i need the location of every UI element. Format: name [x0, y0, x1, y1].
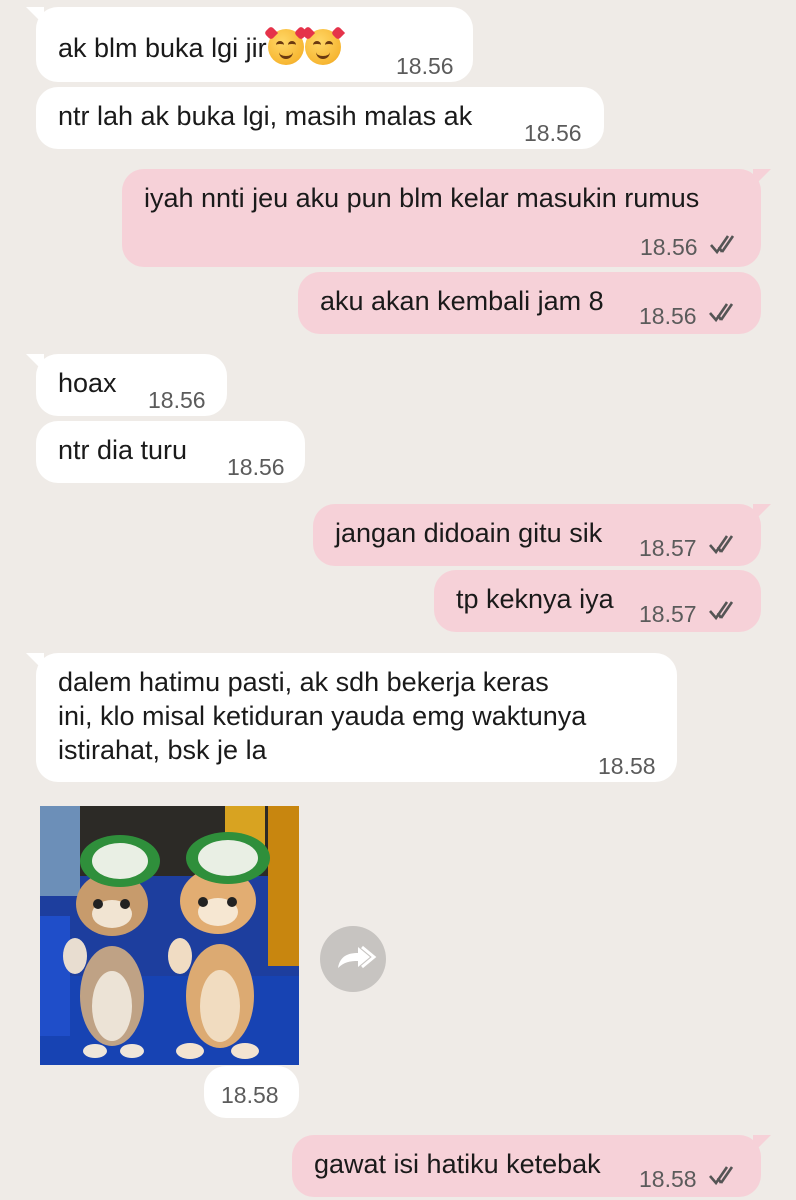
forward-icon	[338, 945, 377, 969]
message-text-line: dalem hatimu pasti, ak sdh bekerja keras	[58, 667, 549, 697]
message-time: 18.56	[227, 454, 285, 480]
message-text: tp keknya iya	[456, 584, 614, 614]
message-bubble-outgoing[interactable]: gawat isi hatiku ketebak 18.58	[292, 1135, 771, 1197]
double-check-icon	[709, 1166, 734, 1186]
double-check-icon	[709, 601, 734, 621]
message-text: hoax	[58, 368, 117, 398]
message-time: 18.58	[639, 1166, 697, 1192]
message-text-line: ini, klo misal ketiduran yauda emg waktu…	[58, 701, 587, 731]
double-check-icon	[709, 303, 734, 323]
message-time: 18.58	[221, 1082, 279, 1108]
message-bubble-outgoing[interactable]: aku akan kembali jam 8 18.56	[298, 272, 761, 334]
double-check-icon	[709, 535, 734, 555]
smiling-face-with-hearts-icon	[300, 25, 345, 65]
message-bubble-incoming[interactable]: ntr dia turu 18.56	[36, 421, 305, 483]
message-bubble-outgoing[interactable]: iyah nnti jeu aku pun blm kelar masukin …	[122, 169, 771, 267]
double-check-icon	[710, 235, 735, 255]
message-text: gawat isi hatiku ketebak	[314, 1149, 601, 1179]
message-text: iyah nnti jeu aku pun blm kelar masukin …	[144, 183, 700, 213]
message-bubble-incoming[interactable]: dalem hatimu pasti, ak sdh bekerja keras…	[26, 653, 677, 782]
message-bubble-incoming[interactable]: hoax 18.56	[26, 354, 227, 416]
sticker-time-pill: 18.58	[204, 1066, 299, 1118]
message-text: ak blm buka lgi jir	[58, 33, 267, 63]
message-time: 18.57	[639, 535, 697, 561]
message-bubble-incoming[interactable]: ak blm buka lgi jir 18.56	[26, 7, 473, 82]
bubble-tail	[753, 1135, 771, 1153]
forward-button[interactable]	[320, 926, 386, 992]
message-text: aku akan kembali jam 8	[320, 286, 604, 316]
message-time: 18.56	[396, 53, 454, 79]
bubble-tail	[26, 354, 44, 372]
message-time: 18.58	[598, 753, 656, 779]
bubble-tail	[26, 653, 44, 671]
message-bubble-outgoing[interactable]: jangan didoain gitu sik 18.57	[313, 504, 771, 566]
smiling-face-with-hearts-icon	[263, 25, 308, 65]
message-time: 18.56	[148, 387, 206, 413]
message-time: 18.56	[640, 234, 698, 260]
bubble-tail	[753, 169, 771, 187]
message-text: jangan didoain gitu sik	[335, 518, 603, 548]
message-time: 18.56	[524, 120, 582, 146]
message-bubble-incoming[interactable]: ntr lah ak buka lgi, masih malas ak 18.5…	[36, 87, 604, 149]
message-text-line: istirahat, bsk je la	[58, 735, 267, 765]
bubble-tail	[753, 504, 771, 522]
sticker-image[interactable]	[40, 806, 299, 1065]
message-time: 18.56	[639, 303, 697, 329]
bubble-tail	[26, 7, 44, 25]
message-text: ntr dia turu	[58, 435, 188, 465]
message-text: ntr lah ak buka lgi, masih malas ak	[58, 101, 473, 131]
kittens-illustration	[40, 806, 299, 1065]
message-time: 18.57	[639, 601, 697, 627]
message-bubble-outgoing[interactable]: tp keknya iya 18.57	[434, 570, 761, 632]
